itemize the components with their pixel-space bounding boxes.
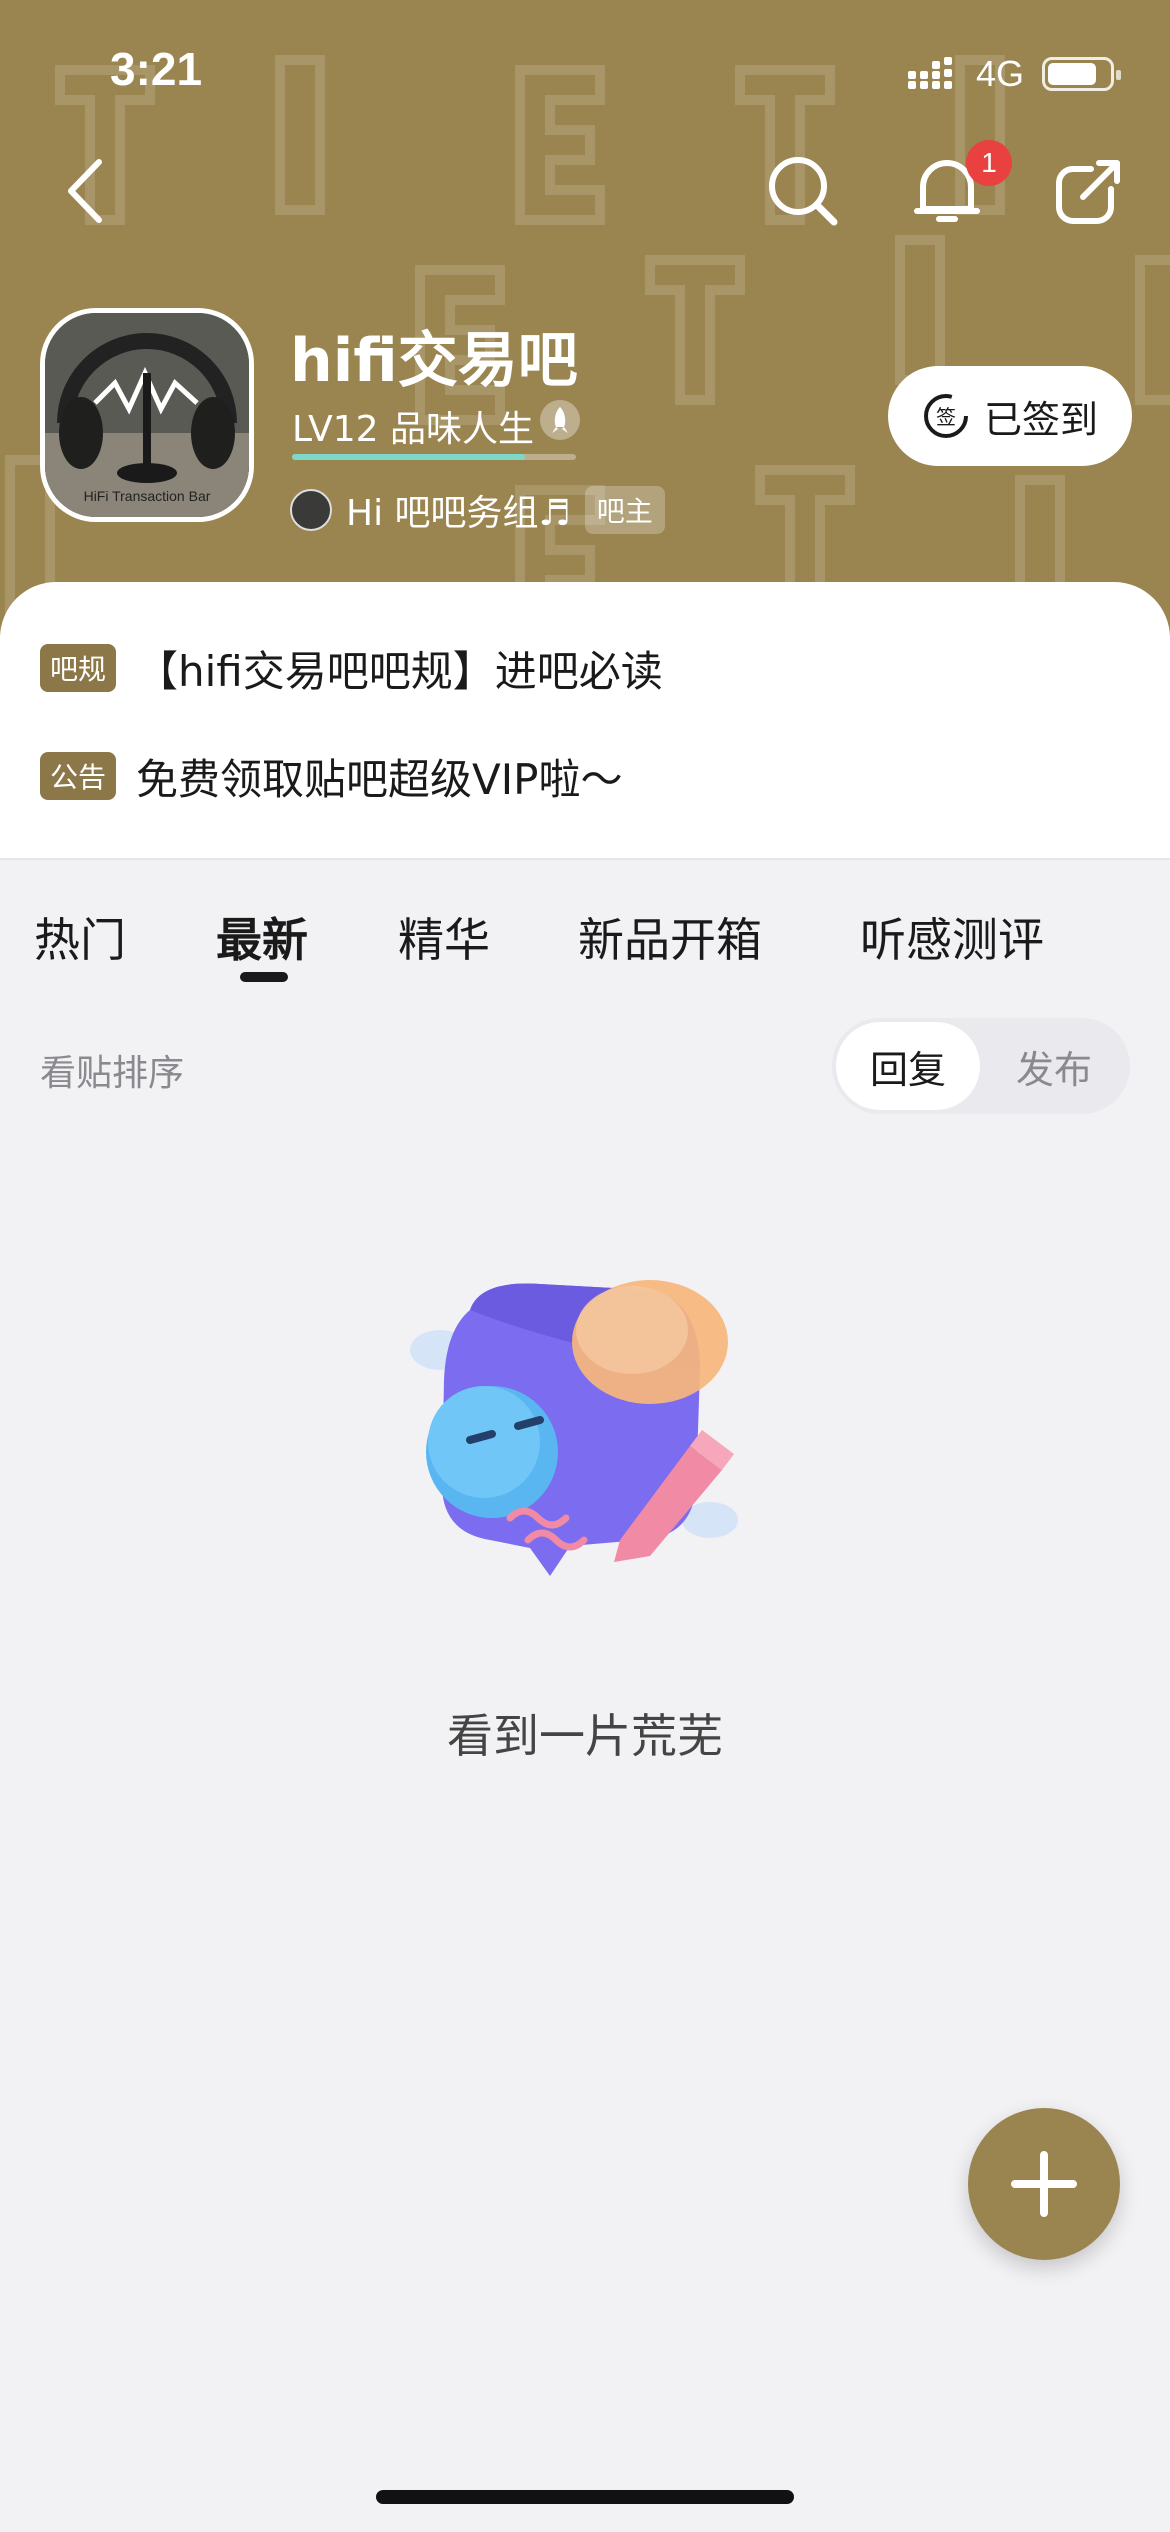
- sign-in-button[interactable]: 签 已签到: [888, 366, 1132, 466]
- sort-by-reply[interactable]: 回复: [836, 1022, 980, 1110]
- empty-state-illustration: [410, 1280, 738, 1576]
- share-icon: [1056, 160, 1120, 224]
- forum-admin[interactable]: Hi 吧吧务组♬ 吧主: [290, 486, 665, 534]
- status-time: 3:21: [110, 43, 203, 95]
- back-button[interactable]: [40, 146, 130, 236]
- level-text: LV12 品味人生: [292, 409, 534, 450]
- tab-bar: 热门 最新 精华 新品开箱 听感测评: [0, 860, 1170, 1000]
- tab-unboxing[interactable]: 新品开箱: [578, 904, 762, 970]
- notice-card: 吧规 【hifi交易吧吧规】进吧必读 公告 免费领取贴吧超级VIP啦～: [0, 582, 1170, 858]
- cellular-signal-icon: [907, 57, 952, 89]
- level-progress-fill: [292, 454, 525, 460]
- search-icon: [769, 157, 838, 226]
- forum-avatar[interactable]: HiFi Transaction Bar: [40, 308, 254, 522]
- tab-hot[interactable]: 热门: [34, 904, 126, 970]
- admin-role-tag: 吧主: [584, 486, 665, 534]
- sort-by-publish[interactable]: 发布: [982, 1022, 1126, 1110]
- empty-state-text: 看到一片荒芜: [447, 1709, 723, 1763]
- level-progress-bar: [292, 454, 576, 460]
- notification-badge: 1: [966, 140, 1012, 186]
- status-indicators: 4G: [907, 52, 1121, 96]
- svg-text:HiFi Transaction Bar: HiFi Transaction Bar: [84, 488, 211, 504]
- sign-in-label: 已签到: [983, 397, 1098, 442]
- notice-announcement[interactable]: 公告 免费领取贴吧超级VIP啦～: [40, 746, 622, 806]
- sign-icon: 签: [923, 394, 968, 438]
- forum-header: 3:21 4G 1 HiFi Transaction Bar hifi交易吧 L…: [0, 0, 1170, 640]
- forum-name: hifi交易吧: [290, 326, 578, 396]
- sort-toggle: 回复 发布: [832, 1018, 1130, 1114]
- sort-label: 看贴排序: [40, 1053, 185, 1094]
- admin-name: Hi 吧吧务组♬: [346, 493, 571, 534]
- plus-icon: [1011, 2151, 1077, 2217]
- rules-tag: 吧规: [40, 644, 117, 692]
- battery-level: [1048, 63, 1096, 85]
- forum-logo-image: HiFi Transaction Bar: [45, 313, 249, 517]
- tab-featured[interactable]: 精华: [398, 904, 490, 970]
- announcement-text: 免费领取贴吧超级VIP啦～: [136, 754, 623, 804]
- rules-text: 【hifi交易吧吧规】进吧必读: [136, 646, 663, 696]
- svg-text:签: 签: [936, 405, 956, 429]
- back-icon: [68, 159, 102, 223]
- battery-icon: [1042, 57, 1121, 91]
- new-post-button[interactable]: [968, 2108, 1120, 2260]
- active-tab-indicator: [240, 972, 288, 982]
- tab-reviews[interactable]: 听感测评: [860, 904, 1044, 970]
- status-bar: 3:21 4G: [0, 0, 1170, 140]
- notice-rules[interactable]: 吧规 【hifi交易吧吧规】进吧必读: [40, 638, 663, 698]
- share-button[interactable]: [1044, 146, 1134, 236]
- tab-latest[interactable]: 最新: [216, 904, 308, 970]
- home-indicator[interactable]: [376, 2490, 794, 2504]
- search-button[interactable]: [758, 146, 848, 236]
- announcement-tag: 公告: [40, 752, 117, 800]
- admin-avatar: [290, 489, 332, 531]
- rocket-icon: [540, 400, 580, 440]
- network-type: 4G: [975, 53, 1024, 94]
